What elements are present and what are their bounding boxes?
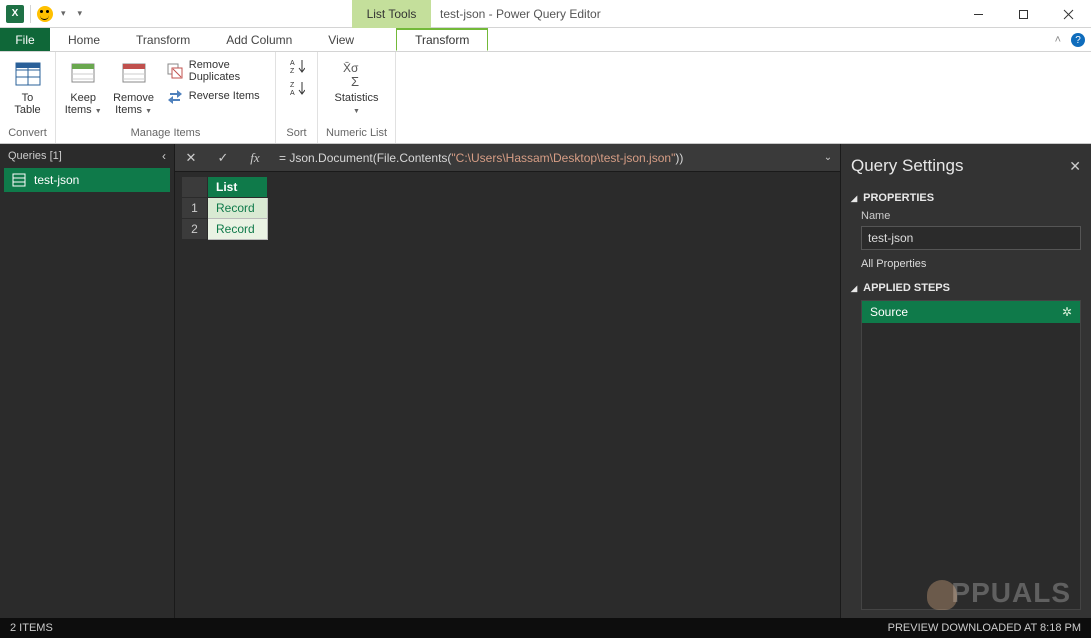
- group-label-manage: Manage Items: [62, 127, 269, 143]
- sort-asc-button[interactable]: AZ: [287, 56, 307, 76]
- svg-text:Z: Z: [290, 68, 295, 74]
- ribbon-tabs: File Home Transform Add Column View Tran…: [0, 28, 1091, 52]
- query-list-icon: [12, 173, 26, 187]
- excel-icon: X: [6, 5, 24, 23]
- close-settings-icon[interactable]: ✕: [1069, 158, 1081, 175]
- statistics-button[interactable]: X̄σΣ Statistics▼: [324, 56, 389, 118]
- fx-icon[interactable]: fx: [239, 144, 271, 172]
- keep-items-icon: [67, 58, 99, 90]
- tab-view[interactable]: View: [310, 28, 372, 51]
- group-label-numeric: Numeric List: [324, 127, 389, 143]
- step-label: Source: [870, 305, 908, 319]
- table-row: 2 Record: [182, 219, 268, 240]
- data-grid: List 1 Record 2 Record: [181, 176, 268, 240]
- contextual-tab-group: List Tools: [352, 0, 431, 28]
- collapse-ribbon-icon[interactable]: ˄: [1051, 32, 1065, 48]
- remove-duplicates-icon: [167, 63, 183, 79]
- sort-desc-button[interactable]: ZA: [287, 78, 307, 98]
- status-preview-time: PREVIEW DOWNLOADED AT 8:18 PM: [888, 622, 1081, 634]
- table-row: 1 Record: [182, 198, 268, 219]
- settings-title: Query Settings: [851, 156, 963, 176]
- sort-asc-icon: AZ: [289, 58, 305, 74]
- window-title: test-json - Power Query Editor: [440, 0, 601, 28]
- status-bar: 2 ITEMS PREVIEW DOWNLOADED AT 8:18 PM: [0, 618, 1091, 638]
- close-button[interactable]: [1046, 0, 1091, 28]
- row-header-corner: [182, 177, 208, 198]
- reverse-items-icon: [167, 88, 183, 104]
- svg-text:Z: Z: [290, 82, 295, 89]
- query-settings-pane: Query Settings ✕ ◢PROPERTIES Name All Pr…: [841, 144, 1091, 618]
- remove-duplicates-button[interactable]: Remove Duplicates: [163, 58, 269, 84]
- formula-input[interactable]: = Json.Document(File.Contents("C:\Users\…: [271, 151, 816, 165]
- svg-text:Σ: Σ: [351, 74, 359, 88]
- titlebar: X ▾ ▾ List Tools test-json - Power Query…: [0, 0, 1091, 28]
- ribbon: To Table Convert Keep Items ▼ Remove Ite…: [0, 52, 1091, 144]
- query-item-label: test-json: [34, 173, 79, 187]
- formula-expand-icon[interactable]: ⌄: [816, 152, 840, 163]
- qat-customize-icon[interactable]: ▾: [74, 8, 87, 19]
- reverse-items-button[interactable]: Reverse Items: [163, 87, 269, 105]
- formula-cancel-button[interactable]: ✕: [175, 144, 207, 172]
- sort-desc-icon: ZA: [289, 80, 305, 96]
- formula-accept-button[interactable]: ✓: [207, 144, 239, 172]
- tab-list-transform[interactable]: Transform: [396, 28, 488, 51]
- maximize-button[interactable]: [1001, 0, 1046, 28]
- formula-bar: ✕ ✓ fx = Json.Document(File.Contents("C:…: [175, 144, 840, 172]
- tab-home[interactable]: Home: [50, 28, 118, 51]
- row-number: 1: [182, 198, 208, 219]
- smiley-icon[interactable]: [37, 6, 53, 22]
- applied-steps-header[interactable]: ◢APPLIED STEPS: [851, 282, 1081, 294]
- remove-items-icon: [118, 58, 150, 90]
- step-item[interactable]: Source ✲: [862, 301, 1080, 323]
- tab-transform[interactable]: Transform: [118, 28, 208, 51]
- minimize-button[interactable]: [956, 0, 1001, 28]
- record-cell[interactable]: Record: [208, 219, 268, 240]
- queries-header-label: Queries [1]: [8, 150, 62, 162]
- name-label: Name: [861, 210, 1081, 222]
- help-icon[interactable]: ?: [1071, 33, 1085, 47]
- svg-text:A: A: [290, 60, 295, 67]
- query-name-input[interactable]: [861, 226, 1081, 250]
- row-number: 2: [182, 219, 208, 240]
- query-item[interactable]: test-json: [4, 168, 170, 192]
- to-table-button[interactable]: To Table: [6, 56, 49, 116]
- record-cell[interactable]: Record: [208, 198, 268, 219]
- queries-pane: Queries [1] ‹ test-json: [0, 144, 175, 618]
- file-tab[interactable]: File: [0, 28, 50, 51]
- tab-add-column[interactable]: Add Column: [208, 28, 310, 51]
- step-gear-icon[interactable]: ✲: [1062, 305, 1072, 319]
- statistics-icon: X̄σΣ: [341, 58, 373, 90]
- svg-text:A: A: [290, 90, 295, 96]
- column-header[interactable]: List: [208, 177, 268, 198]
- properties-section-header[interactable]: ◢PROPERTIES: [851, 192, 1081, 204]
- to-table-icon: [12, 58, 44, 90]
- group-label-sort: Sort: [282, 127, 311, 143]
- collapse-queries-icon[interactable]: ‹: [162, 149, 166, 163]
- all-properties-link[interactable]: All Properties: [861, 258, 1081, 270]
- remove-items-button[interactable]: Remove Items ▼: [112, 56, 154, 118]
- qat-dropdown-icon[interactable]: ▾: [57, 8, 70, 19]
- svg-text:X̄σ: X̄σ: [343, 61, 359, 75]
- keep-items-button[interactable]: Keep Items ▼: [62, 56, 104, 118]
- group-label-convert: Convert: [6, 127, 49, 143]
- applied-steps-list: Source ✲: [861, 300, 1081, 610]
- status-item-count: 2 ITEMS: [10, 622, 53, 634]
